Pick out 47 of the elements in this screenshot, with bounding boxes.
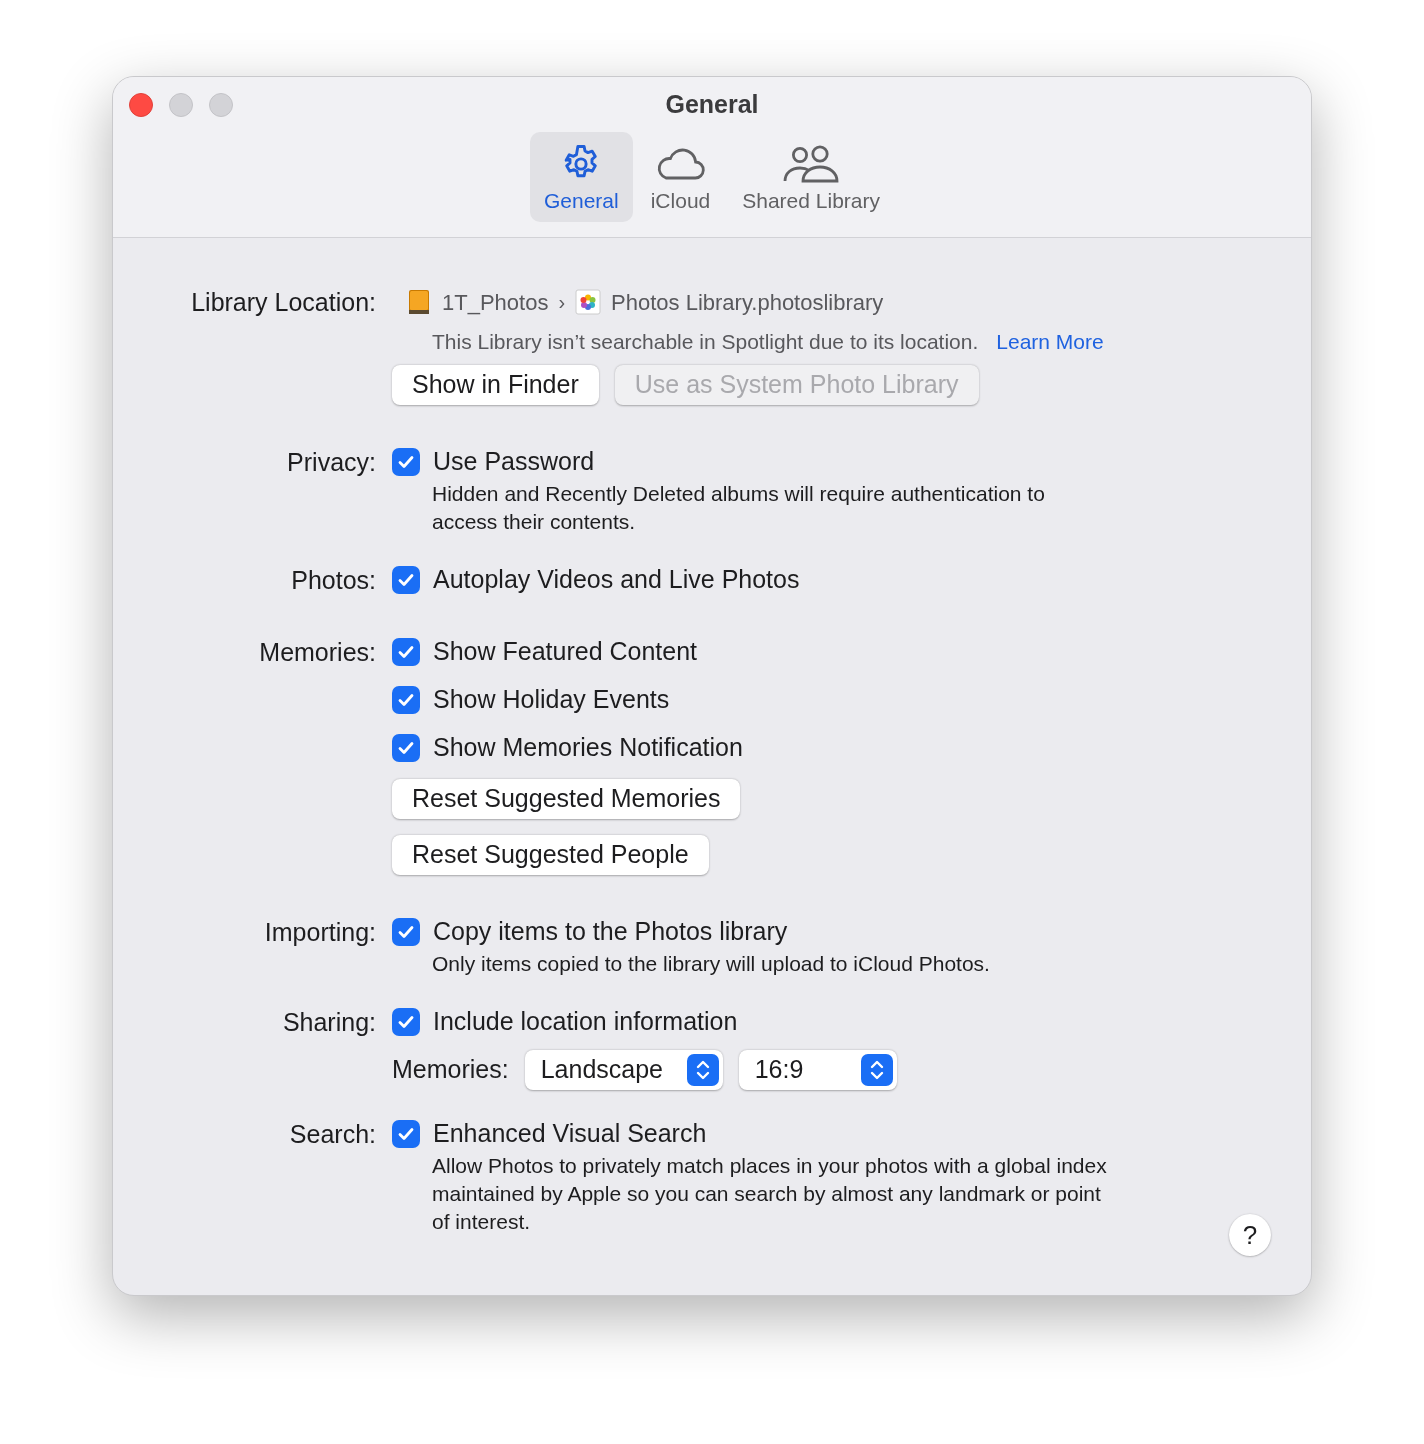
checkbox-label: Autoplay Videos and Live Photos (433, 564, 800, 596)
checkbox[interactable] (392, 686, 420, 714)
stepper-arrows-icon (860, 1054, 893, 1086)
checkbox[interactable] (392, 638, 420, 666)
tab[interactable]: iCloud (636, 132, 725, 222)
stepper-arrows-icon (686, 1054, 719, 1086)
description-text: Only items copied to the library will upload to iCloud Photos. (431, 951, 991, 977)
popup-label: Memories: (392, 1054, 509, 1086)
checkbox-label: Enhanced Visual Search (433, 1118, 707, 1150)
setting-label: Importing: (263, 917, 376, 948)
path-segment[interactable]: 1T_Photos (442, 285, 549, 319)
checkbox-label: Show Holiday Events (433, 684, 670, 716)
checkbox[interactable] (392, 918, 420, 946)
setting-label: Sharing: (281, 1007, 376, 1038)
popup-button[interactable]: 16:9 (738, 1050, 897, 1090)
checkbox-label: Include location information (433, 1006, 738, 1038)
photos-library-icon (575, 289, 602, 315)
learn-more-link[interactable]: Learn More (996, 326, 1104, 358)
checkbox[interactable] (392, 1120, 420, 1148)
checkbox-label: Use Password (433, 446, 595, 478)
setting-label: Library Location: (190, 287, 376, 318)
checkbox-label: Copy items to the Photos library (433, 916, 788, 948)
setting-label: Privacy: (286, 447, 376, 478)
setting-label: Memories: (258, 637, 376, 668)
checkbox[interactable] (392, 734, 420, 762)
tab[interactable]: Shared Library (728, 132, 894, 222)
setting-label: Photos: (290, 565, 376, 596)
checkbox-label: Show Featured Content (433, 636, 698, 668)
window-title: General (665, 89, 759, 120)
tab[interactable]: General (530, 132, 633, 222)
setting-label: Search: (288, 1119, 376, 1150)
info-text: This Library isn’t searchable in Spotlight due to its location. (432, 329, 979, 356)
help-button[interactable]: ? (1229, 1214, 1271, 1256)
path-segment[interactable]: Photos Library.photoslibrary (611, 285, 884, 319)
description-text: Allow Photos to privately match places in your photos with a global index maintained by Apple so you can search by almost any landmark or point of interest. (431, 1153, 1108, 1235)
checkbox[interactable] (392, 566, 420, 594)
push-button[interactable]: Reset Suggested Memories (392, 779, 741, 819)
description-text: Hidden and Recently Deleted albums will require authentication to access their contents. (431, 481, 1046, 535)
checkbox[interactable] (392, 448, 420, 476)
push-button[interactable]: Show in Finder (392, 365, 599, 405)
popup-button[interactable]: Landscape (524, 1050, 723, 1090)
chevron-icon: › (558, 287, 566, 317)
close-button[interactable] (129, 93, 153, 117)
checkbox[interactable] (392, 1008, 420, 1036)
push-button[interactable]: Reset Suggested People (392, 835, 709, 875)
people-icon (782, 144, 841, 184)
checkbox-label: Show Memories Notification (433, 732, 743, 764)
